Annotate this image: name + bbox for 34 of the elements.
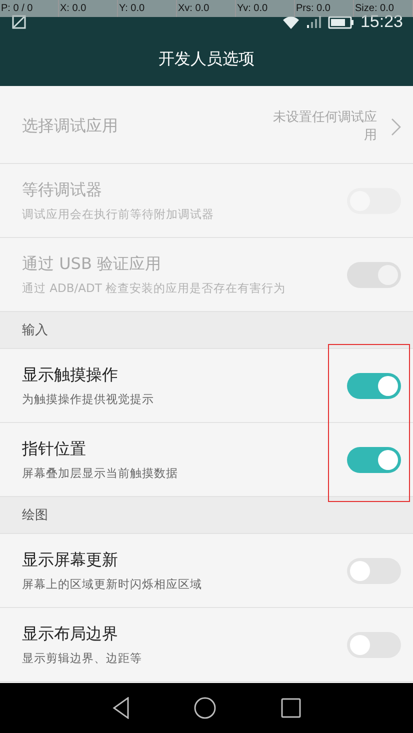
back-icon[interactable]	[112, 697, 130, 719]
pointer-readout: P: 0 / 0	[0, 0, 59, 17]
signal-icon	[306, 16, 322, 28]
row-title: 等待调试器	[22, 180, 103, 200]
row-title: 显示触摸操作	[22, 364, 119, 386]
screen-title: 开发人员选项	[158, 48, 254, 70]
pointer-readout: Size: 0.0	[354, 0, 413, 17]
row-title: 显示布局边界	[22, 624, 119, 644]
row-title: 选择调试应用	[22, 116, 119, 137]
row-description: 屏幕上的区域更新时闪烁相应区域	[22, 576, 203, 592]
row-description: 屏幕叠加层显示当前触摸数据	[22, 466, 179, 480]
image-icon	[12, 15, 26, 29]
pointer-readout: Xv: 0.0	[177, 0, 236, 17]
chevron-icon	[391, 118, 401, 136]
toggle-switch[interactable]	[347, 632, 401, 658]
pointer-readout: Y: 0.0	[118, 0, 177, 17]
recents-icon[interactable]	[280, 698, 301, 718]
toggle-switch[interactable]	[347, 446, 401, 472]
pointer-readout: X: 0.0	[59, 0, 118, 17]
toggle-switch[interactable]	[347, 372, 401, 398]
row-title: 指针位置	[22, 438, 87, 460]
row-value: 未设置任何调试应用	[272, 108, 377, 144]
row-title: 显示屏幕更新	[22, 550, 119, 570]
wifi-icon	[282, 16, 300, 28]
row-title: 通过 USB 验证应用	[22, 254, 162, 274]
battery-icon	[328, 16, 354, 28]
row-description: 调试应用会在执行前等待附加调试器	[22, 206, 215, 222]
row-description: 为触摸操作提供视觉提示	[22, 392, 155, 406]
section-header: 输入	[22, 322, 48, 339]
home-icon[interactable]	[194, 697, 216, 719]
row-description: 显示剪辑边界、边距等	[22, 650, 143, 666]
section-header: 绘图	[22, 507, 48, 524]
row-description: 通过 ADB/ADT 检查安装的应用是否存在有害行为	[22, 280, 287, 296]
toggle-switch[interactable]	[347, 558, 401, 584]
